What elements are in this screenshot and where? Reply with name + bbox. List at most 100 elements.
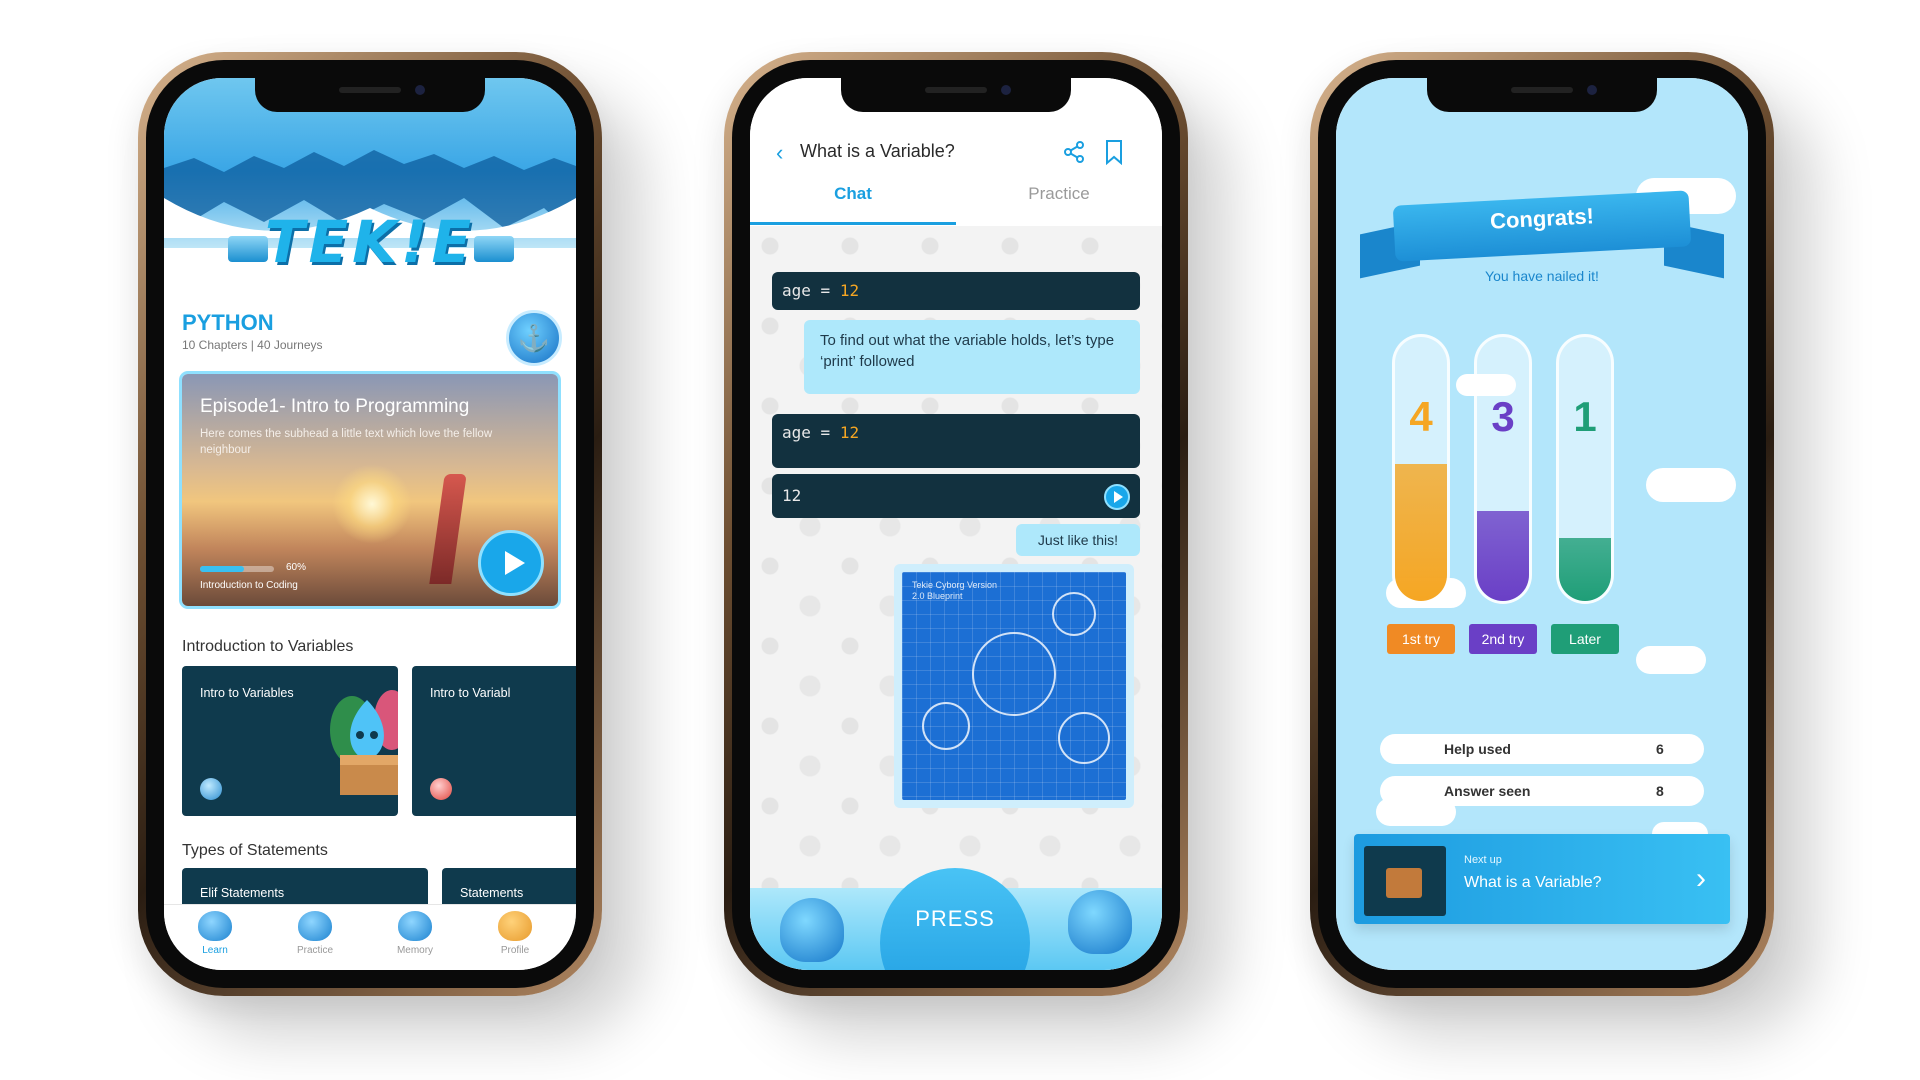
- stat-value: 6: [1656, 741, 1664, 757]
- chat-message: To find out what the variable holds, let…: [804, 320, 1140, 394]
- blueprint-caption: Tekie Cyborg Version 2.0 Blueprint: [912, 580, 998, 601]
- stat-label: Help used: [1444, 741, 1511, 757]
- stat-value: 8: [1656, 783, 1664, 799]
- tab-label: Practice: [296, 945, 334, 956]
- congrats-subtitle: You have nailed it!: [1485, 268, 1599, 284]
- blueprint-circle: [972, 632, 1056, 716]
- code-snippet: age = 12: [772, 272, 1140, 310]
- blueprint-circle: [1058, 712, 1110, 764]
- progress-label: Introduction to Coding: [200, 580, 298, 591]
- bookmark-icon[interactable]: [1104, 139, 1124, 165]
- python-badge-icon[interactable]: ⚓: [506, 310, 562, 366]
- code-variable: age: [782, 281, 811, 300]
- mascot-badge-icon: [200, 778, 222, 800]
- app-logo: TEK!E: [264, 208, 476, 276]
- phone-chat: ‹ What is a Variable? Chat Practice age …: [724, 52, 1188, 996]
- notch: [1427, 78, 1657, 112]
- play-button[interactable]: [478, 530, 544, 596]
- result-tube: 1: [1556, 334, 1614, 604]
- practice-icon: [298, 911, 332, 941]
- cloud: [1636, 646, 1706, 674]
- episode-subtitle: Here comes the subhead a little text whi…: [200, 428, 493, 456]
- blueprint-circle: [1052, 592, 1096, 636]
- code-editor[interactable]: age = 12: [772, 414, 1140, 468]
- profile-icon: [498, 911, 532, 941]
- chapter-card-label: Elif Statements: [200, 886, 285, 900]
- next-up-card[interactable]: Next up What is a Variable? ›: [1354, 834, 1730, 924]
- tab-memory[interactable]: Memory: [380, 911, 450, 956]
- code-output: 12: [772, 474, 1140, 518]
- chapter-card-label: Intro to Variabl: [430, 686, 511, 700]
- bottom-tab-bar: Learn Practice Memory Profile: [164, 904, 576, 970]
- tab-practice[interactable]: Practice: [280, 911, 350, 956]
- try-label: 2nd try: [1469, 624, 1537, 654]
- tab-learn[interactable]: Learn: [180, 911, 250, 956]
- learn-icon: [198, 911, 232, 941]
- chevron-right-icon[interactable]: ›: [1696, 862, 1706, 896]
- try-label: 1st try: [1387, 624, 1455, 654]
- progress-percent: 60%: [286, 562, 307, 573]
- rock-spire-illustration: [429, 474, 467, 584]
- tab-label: Profile: [500, 945, 530, 956]
- code-operator: =: [820, 281, 831, 300]
- output-value: 12: [782, 486, 802, 505]
- episode-title: Episode1- Intro to Programming: [200, 396, 470, 417]
- refresh-badge-icon: [430, 778, 452, 800]
- code-number: 12: [839, 423, 860, 442]
- chat-screen: ‹ What is a Variable? Chat Practice age …: [750, 78, 1162, 970]
- sun-illustration: [332, 464, 412, 544]
- next-lesson-thumbnail: [1364, 846, 1446, 916]
- tube-value: 3: [1491, 393, 1515, 440]
- next-lesson-title: What is a Variable?: [1464, 874, 1602, 891]
- tab-label: Memory: [396, 945, 434, 956]
- course-title: PYTHON: [182, 310, 274, 335]
- cloud: [1646, 468, 1736, 502]
- progress-bar: [200, 566, 274, 572]
- result-tube: 3: [1474, 334, 1532, 604]
- notch: [841, 78, 1071, 112]
- blueprint-drawing: Tekie Cyborg Version 2.0 Blueprint: [902, 572, 1126, 800]
- active-tab-indicator: [750, 222, 956, 225]
- code-number: 12: [839, 281, 860, 300]
- mascot-box-illustration: [330, 690, 398, 795]
- back-chevron-icon[interactable]: ‹: [776, 140, 783, 166]
- section-title-statements: Types of Statements: [182, 842, 328, 859]
- share-icon[interactable]: [1062, 140, 1086, 164]
- lesson-title: What is a Variable?: [800, 141, 955, 161]
- run-icon[interactable]: [1104, 484, 1130, 510]
- stat-row-answers: Answer seen 8: [1380, 776, 1704, 806]
- result-tube: 4: [1392, 334, 1450, 604]
- tube-fill: [1477, 511, 1529, 601]
- blueprint-image: Tekie Cyborg Version 2.0 Blueprint: [894, 564, 1134, 808]
- blueprint-circle: [922, 702, 970, 750]
- memory-icon: [398, 911, 432, 941]
- tube-value: 1: [1573, 393, 1597, 440]
- tab-label: Learn: [202, 945, 228, 956]
- tube-value: 4: [1409, 393, 1433, 440]
- chapter-card[interactable]: Intro to Variabl: [412, 666, 576, 816]
- mascot-right-icon: [1068, 890, 1132, 954]
- tab-practice[interactable]: Practice: [956, 184, 1162, 204]
- chapter-card[interactable]: Intro to Variables: [182, 666, 398, 816]
- tab-chat[interactable]: Chat: [750, 184, 956, 204]
- tube-fill: [1395, 463, 1447, 601]
- stat-label: Answer seen: [1444, 783, 1531, 799]
- tab-profile[interactable]: Profile: [480, 911, 550, 956]
- chapter-card-label: Statements: [460, 886, 524, 900]
- learn-screen: TEK!E PYTHON 10 Chapters | 40 Journeys ⚓…: [164, 78, 576, 970]
- try-label: Later: [1551, 624, 1619, 654]
- phone-results: Congrats! You have nailed it! 4 1st try 3 2…: [1310, 52, 1774, 996]
- next-up-eyebrow: Next up: [1464, 854, 1502, 866]
- code-operator: =: [820, 423, 831, 442]
- chat-message: Just like this!: [1016, 524, 1140, 556]
- tube-fill: [1559, 537, 1611, 601]
- episode-card[interactable]: Episode1- Intro to Programming Here come…: [182, 374, 558, 606]
- phone-learn: TEK!E PYTHON 10 Chapters | 40 Journeys ⚓…: [138, 52, 602, 996]
- mascot-left-icon: [780, 898, 844, 962]
- chapter-card-label: Intro to Variables: [200, 686, 294, 700]
- course-subtitle: 10 Chapters | 40 Journeys: [182, 338, 323, 352]
- stat-row-help: Help used 6: [1380, 734, 1704, 764]
- results-screen: Congrats! You have nailed it! 4 1st try 3 2…: [1336, 78, 1748, 970]
- code-variable: age: [782, 423, 811, 442]
- section-title-variables: Introduction to Variables: [182, 638, 354, 655]
